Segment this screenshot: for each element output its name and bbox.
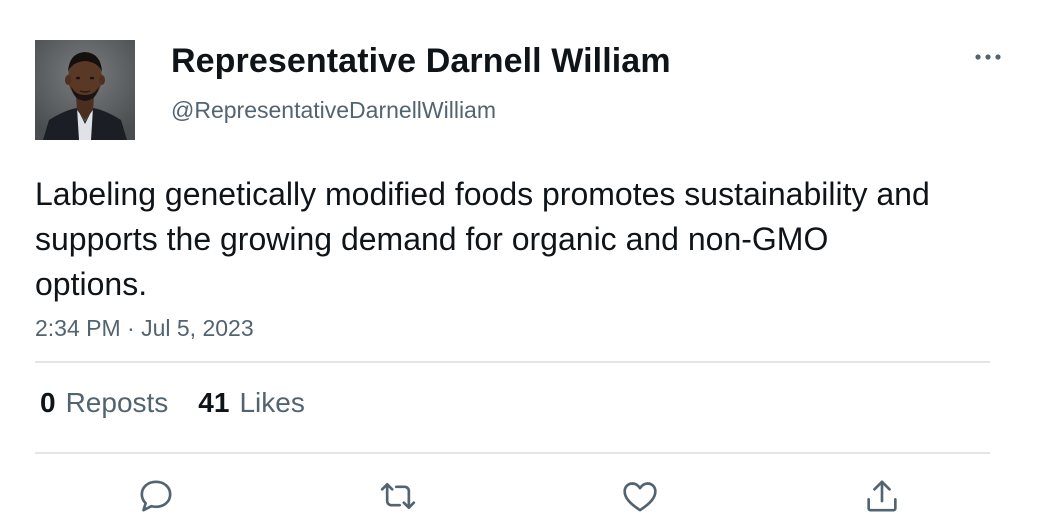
reposts-label: Reposts [65, 387, 169, 418]
more-options-button[interactable] [968, 42, 1008, 72]
more-horizontal-icon [975, 54, 1001, 60]
avatar[interactable] [35, 40, 135, 140]
engagement-stats: 0 Reposts 41 Likes [40, 387, 305, 419]
divider [35, 452, 990, 454]
likes-count: 41 [198, 387, 230, 418]
tweet-text: Labeling genetically modified foods prom… [35, 176, 930, 302]
likes-stat[interactable]: 41 Likes [198, 387, 305, 419]
share-icon [867, 480, 897, 512]
reply-icon [140, 480, 172, 512]
author-handle[interactable]: @RepresentativeDarnellWilliam [171, 97, 496, 124]
reposts-stat[interactable]: 0 Reposts [40, 387, 168, 419]
divider [35, 361, 990, 363]
share-button[interactable] [860, 474, 904, 518]
repost-icon [380, 483, 416, 509]
author-display-name[interactable]: Representative Darnell William [171, 42, 671, 81]
reposts-count: 0 [40, 387, 56, 418]
reply-button[interactable] [134, 474, 178, 518]
like-button[interactable] [618, 474, 662, 518]
likes-label: Likes [239, 387, 305, 418]
tweet-timestamp[interactable]: 2:34 PM · Jul 5, 2023 [35, 315, 254, 342]
heart-icon [623, 482, 657, 512]
tweet-card: Representative Darnell William @Represen… [0, 0, 1050, 525]
repost-button[interactable] [376, 474, 420, 518]
